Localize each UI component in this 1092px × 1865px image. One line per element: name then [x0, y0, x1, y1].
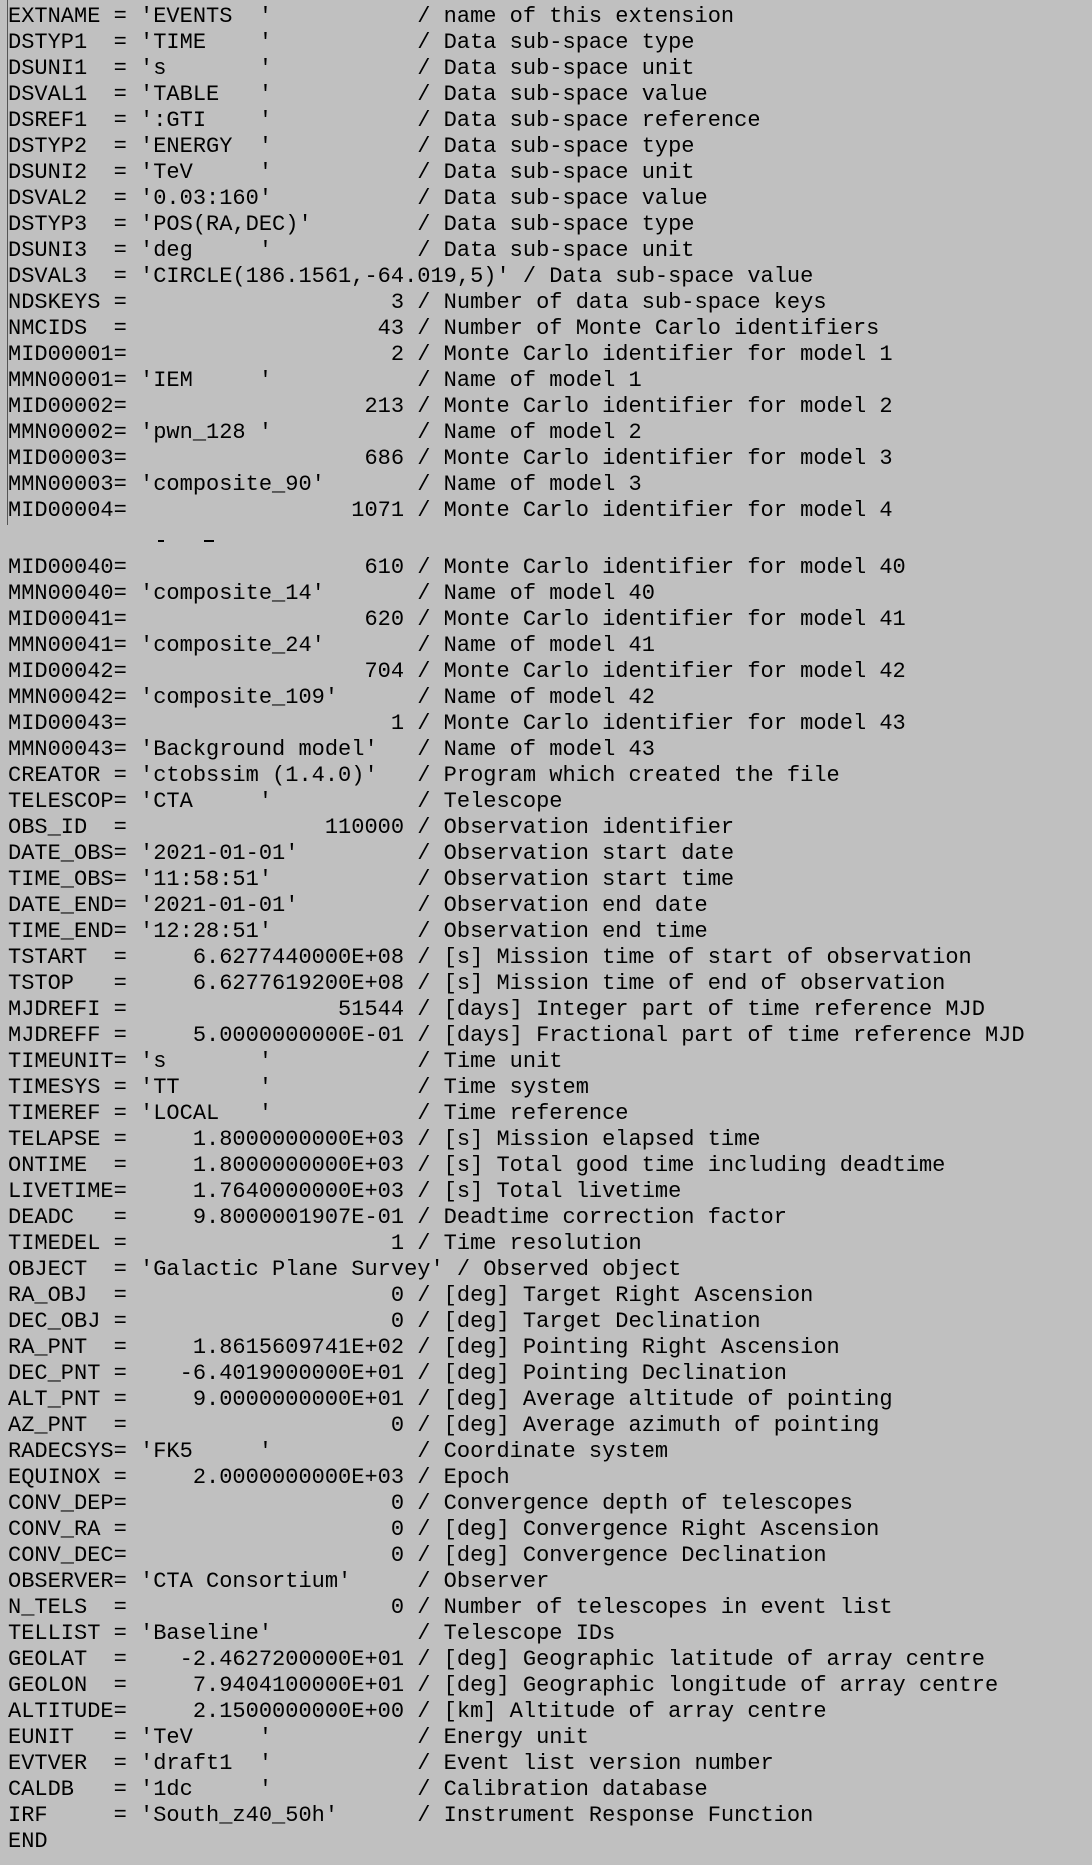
header-card-line: CALDB = '1dc ' / Calibration database [8, 1777, 708, 1802]
header-card-line: NDSKEYS = 3 / Number of data sub-space k… [8, 290, 827, 315]
header-card-line: TELESCOP= 'CTA ' / Telescope [8, 789, 563, 814]
header-card-line: MMN00041= 'composite_24' / Name of model… [8, 633, 655, 658]
header-card-line: MID00003= 686 / Monte Carlo identifier f… [8, 446, 893, 471]
header-card-line: MJDREFI = 51544 / [days] Integer part of… [8, 997, 985, 1022]
header-card-line: IRF = 'South_z40_50h' / Instrument Respo… [8, 1803, 814, 1828]
header-card-line: MMN00001= 'IEM ' / Name of model 1 [8, 368, 642, 393]
truncation-marks [158, 540, 218, 546]
header-card-line: TELAPSE = 1.8000000000E+03 / [s] Mission… [8, 1127, 761, 1152]
header-card-line: TIMEREF = 'LOCAL ' / Time reference [8, 1101, 629, 1126]
header-card-line: CONV_DEP= 0 / Convergence depth of teles… [8, 1491, 853, 1516]
header-card-line: N_TELS = 0 / Number of telescopes in eve… [8, 1595, 893, 1620]
header-card-line: DSUNI1 = 's ' / Data sub-space unit [8, 56, 695, 81]
header-card-line: MMN00002= 'pwn_128 ' / Name of model 2 [8, 420, 642, 445]
header-card-line: MJDREFF = 5.0000000000E-01 / [days] Frac… [8, 1023, 1025, 1048]
header-card-line: EUNIT = 'TeV ' / Energy unit [8, 1725, 589, 1750]
header-card-line: DEC_PNT = -6.4019000000E+01 / [deg] Poin… [8, 1361, 787, 1386]
header-card-line: DSREF1 = ':GTI ' / Data sub-space refere… [8, 108, 761, 133]
header-card-line: MID00001= 2 / Monte Carlo identifier for… [8, 342, 893, 367]
header-card-line: TSTOP = 6.6277619200E+08 / [s] Mission t… [8, 971, 946, 996]
header-card-line: DEC_OBJ = 0 / [deg] Target Declination [8, 1309, 761, 1334]
header-card-line: GEOLON = 7.9404100000E+01 / [deg] Geogra… [8, 1673, 999, 1698]
header-block-bottom: MID00040= 610 / Monte Carlo identifier f… [8, 555, 1025, 1855]
header-card-line: DSUNI2 = 'TeV ' / Data sub-space unit [8, 160, 695, 185]
header-card-line: LIVETIME= 1.7640000000E+03 / [s] Total l… [8, 1179, 682, 1204]
header-card-line: RADECSYS= 'FK5 ' / Coordinate system [8, 1439, 669, 1464]
header-card-line: DATE_END= '2021-01-01' / Observation end… [8, 893, 708, 918]
header-card-line: DSTYP1 = 'TIME ' / Data sub-space type [8, 30, 695, 55]
header-card-line: MMN00040= 'composite_14' / Name of model… [8, 581, 655, 606]
fits-header-viewer: EXTNAME = 'EVENTS ' / name of this exten… [0, 0, 1092, 1865]
header-card-line: ONTIME = 1.8000000000E+03 / [s] Total go… [8, 1153, 946, 1178]
header-card-line: ALTITUDE= 2.1500000000E+00 / [km] Altitu… [8, 1699, 827, 1724]
header-card-line: MID00002= 213 / Monte Carlo identifier f… [8, 394, 893, 419]
header-card-line: DSTYP2 = 'ENERGY ' / Data sub-space type [8, 134, 695, 159]
header-card-line: MID00041= 620 / Monte Carlo identifier f… [8, 607, 906, 632]
header-card-line: TIME_OBS= '11:58:51' / Observation start… [8, 867, 735, 892]
header-card-line: DSUNI3 = 'deg ' / Data sub-space unit [8, 238, 695, 263]
header-card-line: DSVAL1 = 'TABLE ' / Data sub-space value [8, 82, 708, 107]
header-card-line: GEOLAT = -2.4627200000E+01 / [deg] Geogr… [8, 1647, 985, 1672]
header-card-line: DSTYP3 = 'POS(RA,DEC)' / Data sub-space … [8, 212, 695, 237]
header-card-line: MMN00003= 'composite_90' / Name of model… [8, 472, 642, 497]
header-card-line: OBSERVER= 'CTA Consortium' / Observer [8, 1569, 550, 1594]
header-block-top: EXTNAME = 'EVENTS ' / name of this exten… [8, 4, 893, 524]
header-card-line: DEADC = 9.8000001907E-01 / Deadtime corr… [8, 1205, 787, 1230]
header-card-line: TIME_END= '12:28:51' / Observation end t… [8, 919, 708, 944]
header-card-line: EVTVER = 'draft1 ' / Event list version … [8, 1751, 774, 1776]
header-card-line: RA_OBJ = 0 / [deg] Target Right Ascensio… [8, 1283, 814, 1308]
header-card-line: OBJECT = 'Galactic Plane Survey' / Obser… [8, 1257, 682, 1282]
header-card-line: CONV_DEC= 0 / [deg] Convergence Declinat… [8, 1543, 827, 1568]
truncation-dash [204, 540, 214, 542]
truncation-dash [158, 540, 164, 542]
header-card-line: MID00043= 1 / Monte Carlo identifier for… [8, 711, 906, 736]
header-card-line: MID00040= 610 / Monte Carlo identifier f… [8, 555, 906, 580]
header-card-line: OBS_ID = 110000 / Observation identifier [8, 815, 735, 840]
header-card-line: TIMEUNIT= 's ' / Time unit [8, 1049, 563, 1074]
header-card-line: EQUINOX = 2.0000000000E+03 / Epoch [8, 1465, 510, 1490]
header-card-line: EXTNAME = 'EVENTS ' / name of this exten… [8, 4, 735, 29]
header-card-line: MMN00043= 'Background model' / Name of m… [8, 737, 655, 762]
header-card-line: TSTART = 6.6277440000E+08 / [s] Mission … [8, 945, 972, 970]
header-card-line: ALT_PNT = 9.0000000000E+01 / [deg] Avera… [8, 1387, 893, 1412]
header-card-line: DATE_OBS= '2021-01-01' / Observation sta… [8, 841, 735, 866]
header-card-line: MID00042= 704 / Monte Carlo identifier f… [8, 659, 906, 684]
header-card-line: AZ_PNT = 0 / [deg] Average azimuth of po… [8, 1413, 880, 1438]
header-card-line: END [8, 1829, 48, 1854]
header-card-line: CREATOR = 'ctobssim (1.4.0)' / Program w… [8, 763, 840, 788]
header-card-line: DSVAL2 = '0.03:160' / Data sub-space val… [8, 186, 708, 211]
header-card-line: RA_PNT = 1.8615609741E+02 / [deg] Pointi… [8, 1335, 840, 1360]
header-card-line: TELLIST = 'Baseline' / Telescope IDs [8, 1621, 616, 1646]
header-card-line: TIMEDEL = 1 / Time resolution [8, 1231, 642, 1256]
header-card-line: MID00004= 1071 / Monte Carlo identifier … [8, 498, 893, 523]
header-card-line: MMN00042= 'composite_109' / Name of mode… [8, 685, 655, 710]
header-card-line: CONV_RA = 0 / [deg] Convergence Right As… [8, 1517, 880, 1542]
header-card-line: DSVAL3 = 'CIRCLE(186.1561,-64.019,5)' / … [8, 264, 814, 289]
header-card-line: TIMESYS = 'TT ' / Time system [8, 1075, 589, 1100]
header-card-line: NMCIDS = 43 / Number of Monte Carlo iden… [8, 316, 880, 341]
